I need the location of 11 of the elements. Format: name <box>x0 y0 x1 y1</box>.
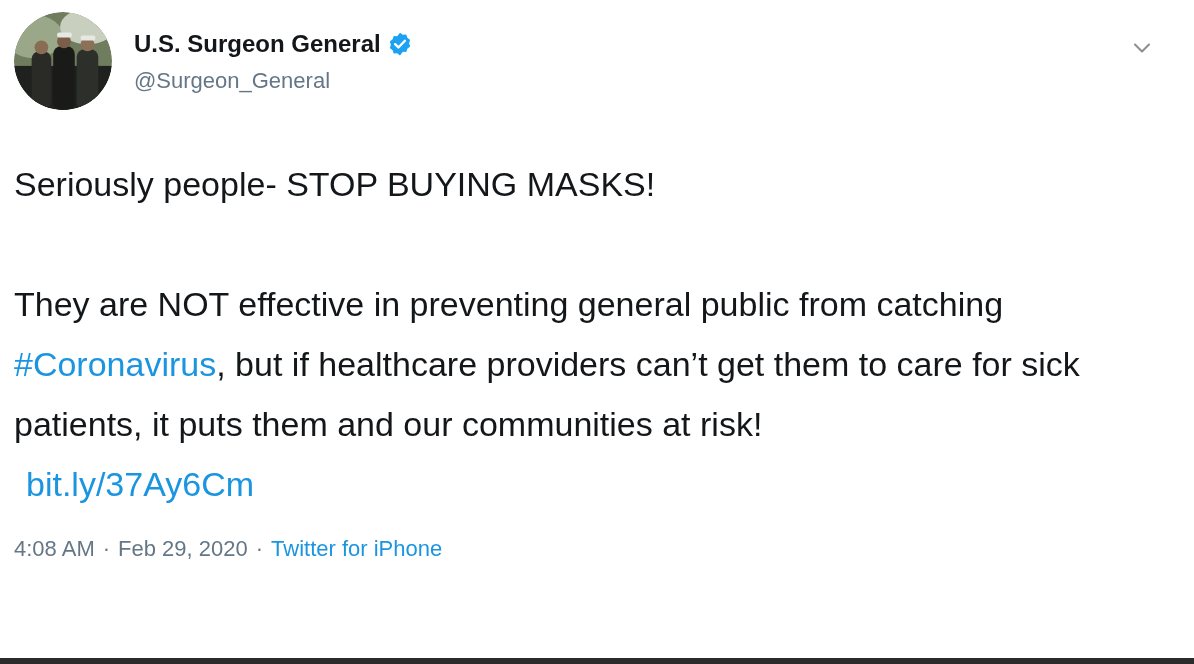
dot-separator: · <box>102 535 111 563</box>
source-link[interactable]: Twitter for iPhone <box>271 532 443 565</box>
url-link[interactable]: bit.ly/37Ay6Cm <box>26 465 255 503</box>
tweet-timestamp: Feb 29, 2020 <box>118 535 248 563</box>
hashtag-link[interactable]: #Coronavirus <box>14 345 217 383</box>
tweet-text: Seriously people- STOP BUYING MASKS! <box>14 164 657 205</box>
author-handle: @Surgeon_General <box>134 67 331 95</box>
tweet-timestamp: 4:08 AM <box>14 535 95 563</box>
author-name[interactable]: U.S. Surgeon General <box>134 26 381 62</box>
dot-separator: · <box>255 535 264 563</box>
tweet-text: They are NOT effective in preventing general public from catching #Coronavirus, but if healthcare providers can’t get them to care for sick patients, it puts them and our communities at risk! <box>14 284 1081 445</box>
